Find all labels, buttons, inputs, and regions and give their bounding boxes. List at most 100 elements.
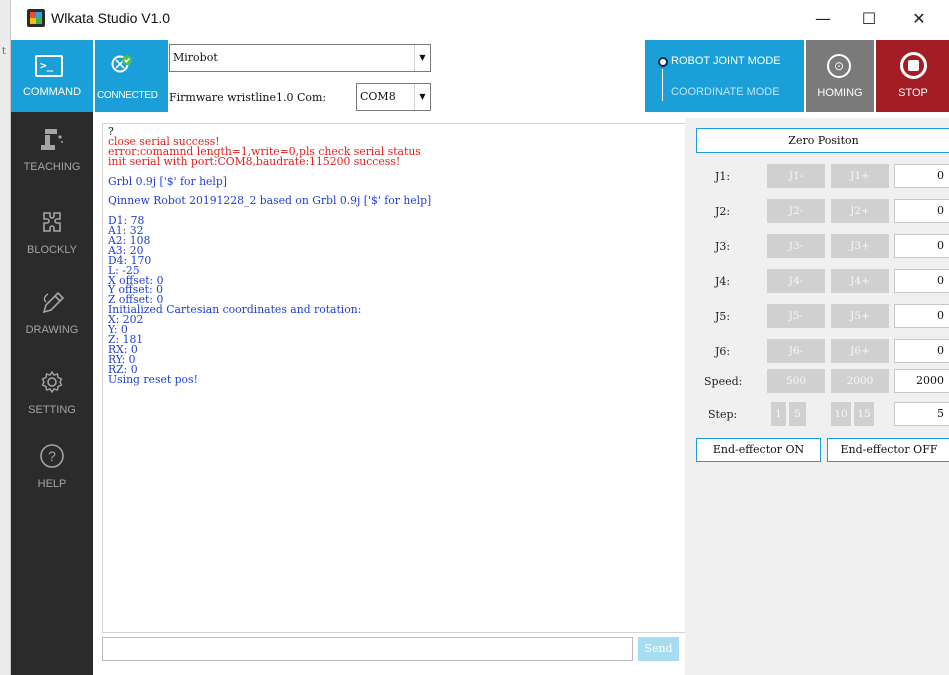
sidebar-item-label: SETTING xyxy=(28,404,76,416)
app-logo-icon xyxy=(27,9,45,27)
joint-5-label: J5: xyxy=(715,310,731,323)
joint-2-minus-button[interactable]: J2- xyxy=(767,199,825,223)
joint-1-plus-button[interactable]: J1+ xyxy=(831,164,889,188)
joint-4-label: J4: xyxy=(715,275,731,288)
end-effector-on-button[interactable]: End-effector ON xyxy=(696,438,821,462)
sidebar-item-blockly[interactable]: BLOCKLY xyxy=(11,208,93,288)
console-line: init serial with port:COM8,baudrate:1152… xyxy=(108,154,401,168)
console-line: A1: 32 xyxy=(108,224,144,238)
zero-position-button[interactable]: Zero Positon xyxy=(696,128,949,153)
command-label: COMMAND xyxy=(22,86,82,98)
joint-5-plus-button[interactable]: J5+ xyxy=(831,304,889,328)
step-15-button[interactable]: 15 xyxy=(854,402,874,426)
homing-button[interactable]: ⊙ HOMING xyxy=(806,40,874,112)
coordinate-mode-option[interactable]: COORDINATE MODE xyxy=(671,86,780,98)
joint-3-plus-button[interactable]: J3+ xyxy=(831,234,889,258)
joint-6-plus-button[interactable]: J6+ xyxy=(831,339,889,363)
joint-5-value-field[interactable]: 0 xyxy=(894,304,949,328)
robot-joint-mode-option[interactable]: ROBOT JOINT MODE xyxy=(671,55,781,67)
console-output[interactable]: ? close serial success! error:comamnd leng… xyxy=(102,123,690,633)
joint-1-label: J1: xyxy=(715,170,731,183)
sidebar: TEACHING BLOCKLY DRAWING SETTING ? HELP xyxy=(11,112,93,675)
joint-5-minus-button[interactable]: J5- xyxy=(767,304,825,328)
joint-6-minus-button[interactable]: J6- xyxy=(767,339,825,363)
console-line: RY: 0 xyxy=(108,352,136,366)
console-line: Y: 0 xyxy=(108,323,128,337)
svg-text:?: ? xyxy=(48,448,56,464)
joint-4-plus-button[interactable]: J4+ xyxy=(831,269,889,293)
joint-4-value-field[interactable]: 0 xyxy=(894,269,949,293)
window-title: Wlkata Studio V1.0 xyxy=(51,10,171,26)
com-port-select[interactable]: COM8 ▼ xyxy=(356,83,431,111)
step-5-button[interactable]: 5 xyxy=(789,402,806,426)
joint-3-minus-button[interactable]: J3- xyxy=(767,234,825,258)
minimize-button[interactable]: — xyxy=(800,0,846,38)
puzzle-icon xyxy=(43,212,61,232)
chevron-down-icon: ▼ xyxy=(414,45,430,71)
speed-label: Speed: xyxy=(704,375,743,388)
homing-icon: ⊙ xyxy=(827,54,851,78)
background-window-strip: t xyxy=(0,0,10,675)
console-line: L: -25 xyxy=(108,263,140,277)
speed-2000-button[interactable]: 2000 xyxy=(831,369,889,393)
plug-connected-icon xyxy=(111,55,132,73)
sidebar-item-teaching[interactable]: TEACHING xyxy=(11,125,93,205)
joint-1-minus-button[interactable]: J1- xyxy=(767,164,825,188)
stop-icon xyxy=(900,52,927,79)
joint-1-value-field[interactable]: 0 xyxy=(894,164,949,188)
app-window: Wlkata Studio V1.0 — ☐ ✕ >_ COMMAND CONN… xyxy=(10,0,949,675)
joint-3-label: J3: xyxy=(715,240,731,253)
robot-model-select[interactable]: Mirobot ▼ xyxy=(169,44,431,72)
step-label: Step: xyxy=(708,408,738,421)
console-line: Grbl 0.9j ['$' for help] xyxy=(108,174,227,188)
sidebar-item-drawing[interactable]: DRAWING xyxy=(11,288,93,368)
console-line: X: 202 xyxy=(108,313,144,327)
maximize-button[interactable]: ☐ xyxy=(846,0,892,38)
background-window-text: t xyxy=(2,46,6,57)
joint-2-plus-button[interactable]: J2+ xyxy=(831,199,889,223)
joint-control-panel: Zero Positon J1: J1- J1+ 0 J2: J2- J2+ 0 J3: J3- J… xyxy=(685,118,949,675)
terminal-icon: >_ xyxy=(35,55,63,77)
joint-6-value-field[interactable]: 0 xyxy=(894,339,949,363)
console-line: D1: 78 xyxy=(108,214,145,228)
mode-indicator-icon xyxy=(658,57,668,67)
homing-label: HOMING xyxy=(817,87,863,99)
mode-indicator-line xyxy=(662,69,663,101)
connection-button[interactable]: CONNECTED xyxy=(95,40,168,112)
step-1-button[interactable]: 1 xyxy=(771,402,786,426)
joint-6-label: J6: xyxy=(715,345,731,358)
help-icon: ? xyxy=(40,444,64,468)
firmware-label: Firmware wristline1.0 Com: xyxy=(169,91,327,104)
joint-2-label: J2: xyxy=(715,205,731,218)
gear-icon xyxy=(41,370,63,394)
console-line: D4: 170 xyxy=(108,253,152,267)
sidebar-item-label: TEACHING xyxy=(23,161,81,173)
command-nav-button[interactable]: >_ COMMAND xyxy=(11,40,93,112)
joint-4-minus-button[interactable]: J4- xyxy=(767,269,825,293)
console-line: Using reset pos! xyxy=(108,372,198,386)
end-effector-off-button[interactable]: End-effector OFF xyxy=(827,438,949,462)
step-10-button[interactable]: 10 xyxy=(831,402,851,426)
console-line: Qinnew Robot 20191228_2 based on Grbl 0.… xyxy=(108,194,432,208)
speed-value-field[interactable]: 2000 xyxy=(894,369,949,393)
joint-3-value-field[interactable]: 0 xyxy=(894,234,949,258)
console-line: Z: 181 xyxy=(108,332,144,346)
chevron-down-icon: ▼ xyxy=(414,84,430,110)
sidebar-item-label: HELP xyxy=(37,478,67,490)
send-button[interactable]: Send xyxy=(638,637,679,661)
connected-status-label: CONNECTED xyxy=(97,90,158,101)
title-bar: Wlkata Studio V1.0 — ☐ ✕ xyxy=(11,0,949,40)
command-input[interactable] xyxy=(102,637,633,661)
sidebar-item-label: BLOCKLY xyxy=(27,244,77,256)
close-button[interactable]: ✕ xyxy=(896,0,942,38)
joint-2-value-field[interactable]: 0 xyxy=(894,199,949,223)
mode-toggle[interactable]: ROBOT JOINT MODE COORDINATE MODE xyxy=(645,40,804,112)
console-line: Initialized Cartesian coordinates and ro… xyxy=(108,303,362,317)
stop-button[interactable]: STOP xyxy=(876,40,949,112)
console-line: X offset: 0 xyxy=(108,273,164,287)
sidebar-item-setting[interactable]: SETTING xyxy=(11,368,93,448)
step-value-field[interactable]: 5 xyxy=(894,402,949,426)
sidebar-item-help[interactable]: ? HELP xyxy=(11,442,93,522)
speed-500-button[interactable]: 500 xyxy=(767,369,825,393)
